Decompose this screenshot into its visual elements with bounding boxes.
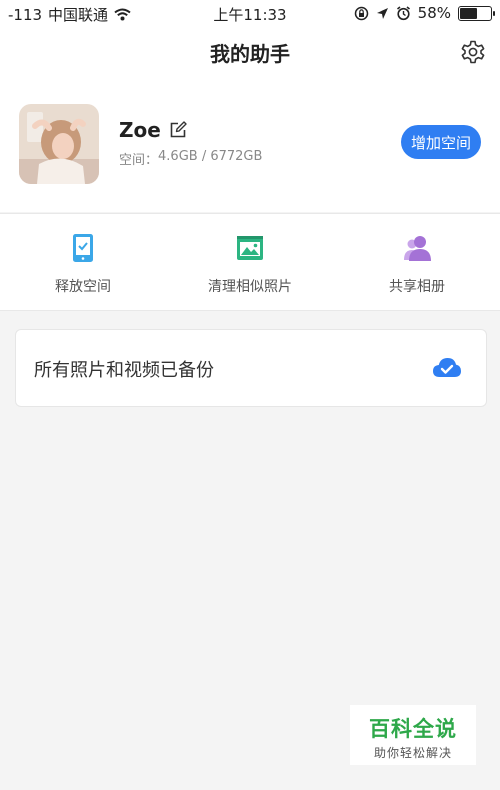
location-icon [376,7,388,19]
username-row: Zoe [119,118,187,142]
storage-label: 空间： [119,153,159,168]
gear-icon[interactable] [460,39,486,65]
nav-bar: 我的助手 [0,26,500,78]
status-right: 58% [354,4,495,22]
watermark-subtitle: 助你轻松解决 [373,746,452,760]
battery-percent: 58% [417,4,451,22]
action-clean-similar-photos[interactable]: 清理相似照片 [167,214,333,310]
rotation-lock-icon [354,6,368,20]
backup-status-text: 所有照片和视频已备份 [34,360,214,381]
storage-info: 空间： 4.6GB / 6772GB [119,149,262,168]
page-title: 我的助手 [210,42,290,66]
action-label: 释放空间 [55,279,111,295]
battery-level [460,7,477,19]
shared-people-icon [404,236,431,261]
edit-icon[interactable] [169,121,187,139]
avatar[interactable] [19,104,99,184]
alarm-icon [396,5,410,20]
watermark: 百科全说 助你轻松解决 [350,705,476,765]
quick-actions: 释放空间 清理相似照片 共享相册 [0,213,500,311]
avatar-photo [19,104,99,184]
action-shared-album[interactable]: 共享相册 [334,214,500,310]
action-label: 共享相册 [389,279,445,295]
backup-status-card[interactable]: 所有照片和视频已备份 [15,329,487,407]
storage-value: 4.6GB / 6772GB [158,149,263,164]
action-free-space[interactable]: 释放空间 [0,214,166,310]
battery-icon [458,5,495,21]
phone-check-icon [73,234,93,262]
add-space-button[interactable]: 增加空间 [400,125,481,159]
photo-icon [237,236,263,260]
status-bar: -113 中国联通 上午11:33 58% [0,0,500,26]
profile-card: Zoe 空间： 4.6GB / 6772GB 增加空间 [0,78,500,212]
watermark-title: 百科全说 [369,717,457,741]
action-label: 清理相似照片 [208,279,292,295]
cloud-check-icon [433,358,461,377]
username: Zoe [119,118,161,142]
